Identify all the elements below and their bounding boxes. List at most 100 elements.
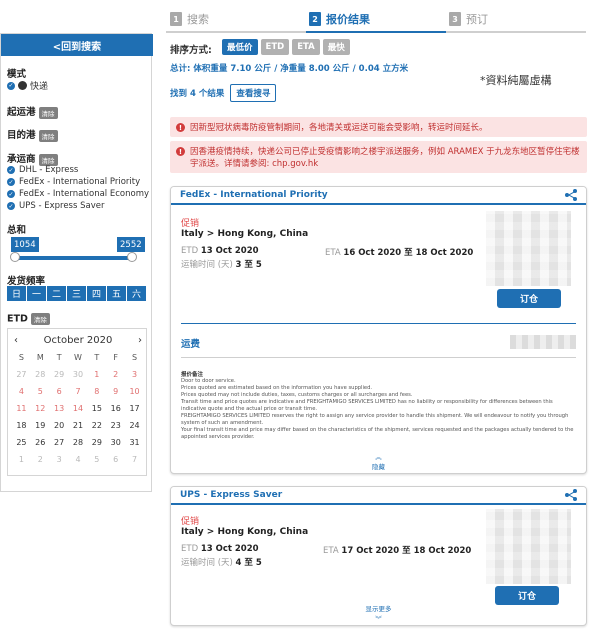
check-icon: ✓ xyxy=(7,81,15,90)
calendar-day[interactable]: 17 xyxy=(125,402,144,415)
card-divider xyxy=(181,323,576,324)
share-icon[interactable] xyxy=(565,189,577,201)
filter-sidebar: <回到搜索 模式 ✓ 快递 起运港 清除 目的港 清除 承运商 清除 ✓ DHL - E… xyxy=(0,33,153,492)
calendar-day[interactable]: 4 xyxy=(12,385,31,398)
calendar-day[interactable]: 30 xyxy=(106,436,125,449)
weekday-button-sat[interactable]: 六 xyxy=(127,286,146,301)
eta-label: ETA xyxy=(323,546,339,556)
route-label: Italy > Hong Kong, China xyxy=(181,527,309,537)
carrier-logo-image xyxy=(486,509,571,584)
origin-port-title: 起运港 xyxy=(7,107,36,118)
book-button[interactable]: 订仓 xyxy=(497,289,561,308)
calendar-day[interactable]: 24 xyxy=(125,419,144,432)
results-count-row: 找到 4 个结果 查看搜寻 xyxy=(170,84,277,102)
calendar-day[interactable]: 6 xyxy=(50,385,69,398)
origin-port-filter: 起运港 清除 xyxy=(7,104,58,119)
check-icon: ✓ xyxy=(7,166,15,174)
calendar-day[interactable]: 16 xyxy=(106,402,125,415)
calendar-day[interactable]: 22 xyxy=(87,419,106,432)
weekday-button-mon[interactable]: 一 xyxy=(27,286,46,301)
step-search[interactable]: 1 搜索 xyxy=(170,11,209,27)
notice-text: 因香港疫情持续，快递公司已停止受疫情影响之楼宇派送服务，例如 ARAMEX 于九… xyxy=(190,147,580,169)
sort-etd-button[interactable]: ETD xyxy=(260,39,290,55)
progress-steps: 1 搜索 2 报价结果 3 预订 xyxy=(166,8,586,34)
expand-toggle[interactable]: 显示更多 ︾ xyxy=(171,603,586,623)
calendar-day[interactable]: 29 xyxy=(87,436,106,449)
calendar-day[interactable]: 10 xyxy=(125,385,144,398)
calendar-day[interactable]: 31 xyxy=(125,436,144,449)
sort-eta-button[interactable]: ETA xyxy=(292,39,320,55)
calendar-day[interactable]: 29 xyxy=(50,368,69,381)
quote-note-line: Transit time and price quotes are indica… xyxy=(181,399,553,412)
calendar-day[interactable]: 15 xyxy=(87,402,106,415)
origin-clear-button[interactable]: 清除 xyxy=(38,106,58,119)
price-range-slider[interactable] xyxy=(13,256,131,260)
calendar-month-label: October 2020 xyxy=(43,334,113,346)
carrier-option[interactable]: ✓ FedEx - International Priority xyxy=(7,176,149,188)
calendar-day[interactable]: 6 xyxy=(106,453,125,466)
calendar-day[interactable]: 25 xyxy=(12,436,31,449)
back-to-search-button[interactable]: <回到搜索 xyxy=(1,34,153,56)
calendar-day[interactable]: 26 xyxy=(31,436,50,449)
calendar-day[interactable]: 13 xyxy=(50,402,69,415)
weekday-button-thu[interactable]: 四 xyxy=(87,286,106,301)
weekday-button-tue[interactable]: 二 xyxy=(47,286,66,301)
calendar-day[interactable]: 3 xyxy=(125,368,144,381)
calendar-day[interactable]: 27 xyxy=(50,436,69,449)
destination-clear-button[interactable]: 清除 xyxy=(38,129,58,142)
sort-lowest-price-button[interactable]: 最低价 xyxy=(222,39,258,55)
calendar-day[interactable]: 2 xyxy=(31,453,50,466)
weekday-button-wed[interactable]: 三 xyxy=(67,286,86,301)
calendar-day[interactable]: 5 xyxy=(87,453,106,466)
quote-note-line: Your final transit time and price may di… xyxy=(181,427,574,440)
calendar-day[interactable]: 1 xyxy=(87,368,106,381)
step-bar xyxy=(166,31,306,33)
chevron-right-icon[interactable]: › xyxy=(138,335,142,346)
step-label: 预订 xyxy=(466,13,488,26)
calendar-day[interactable]: 14 xyxy=(69,402,88,415)
carrier-service-title: UPS - Express Saver xyxy=(180,490,283,500)
etd-clear-button[interactable]: 清除 xyxy=(30,313,50,325)
calendar-weekday-header: M xyxy=(36,353,44,362)
calendar-day[interactable]: 8 xyxy=(87,385,106,398)
share-icon[interactable] xyxy=(565,489,577,501)
weekday-button-sun[interactable]: 日 xyxy=(7,286,26,301)
calendar-day[interactable]: 27 xyxy=(12,368,31,381)
calendar-day[interactable]: 3 xyxy=(50,453,69,466)
calendar-day[interactable]: 18 xyxy=(12,419,31,432)
calendar-day[interactable]: 21 xyxy=(69,419,88,432)
carrier-option[interactable]: ✓ FedEx - International Economy xyxy=(7,188,149,200)
calendar-day[interactable]: 30 xyxy=(69,368,88,381)
calendar-day[interactable]: 9 xyxy=(106,385,125,398)
etd-line: ETD 13 Oct 2020 xyxy=(181,544,259,554)
slider-min-handle[interactable] xyxy=(10,252,20,262)
calendar-day[interactable]: 20 xyxy=(50,419,69,432)
calendar-day[interactable]: 12 xyxy=(31,402,50,415)
step-label: 报价结果 xyxy=(326,13,370,26)
calendar-day[interactable]: 1 xyxy=(12,453,31,466)
view-search-button[interactable]: 查看搜寻 xyxy=(230,84,277,102)
weekday-button-fri[interactable]: 五 xyxy=(107,286,126,301)
calendar-day[interactable]: 7 xyxy=(69,385,88,398)
transit-value: 4 至 5 xyxy=(235,558,262,568)
calendar-day[interactable]: 28 xyxy=(69,436,88,449)
calendar-weekday-header: T xyxy=(56,353,62,362)
total-title: 总和 xyxy=(7,225,27,236)
collapse-toggle[interactable]: ︽ 隐藏 xyxy=(171,451,586,471)
sort-fastest-button[interactable]: 最快 xyxy=(322,39,350,55)
carrier-option[interactable]: ✓ UPS - Express Saver xyxy=(7,200,149,212)
calendar-day[interactable]: 4 xyxy=(69,453,88,466)
chevron-left-icon[interactable]: ‹ xyxy=(14,335,18,346)
calendar-day[interactable]: 19 xyxy=(31,419,50,432)
quote-notes: Door to door service. Prices quoted are … xyxy=(181,378,579,441)
calendar-day[interactable]: 7 xyxy=(125,453,144,466)
calendar-day[interactable]: 23 xyxy=(106,419,125,432)
carrier-logo-image xyxy=(486,211,571,286)
calendar-day[interactable]: 5 xyxy=(31,385,50,398)
calendar-day[interactable]: 28 xyxy=(31,368,50,381)
carrier-option[interactable]: ✓ DHL - Express xyxy=(7,164,149,176)
mode-option-express[interactable]: ✓ 快递 xyxy=(7,79,48,92)
calendar-day[interactable]: 2 xyxy=(106,368,125,381)
calendar-day[interactable]: 11 xyxy=(12,402,31,415)
slider-max-handle[interactable] xyxy=(127,252,137,262)
